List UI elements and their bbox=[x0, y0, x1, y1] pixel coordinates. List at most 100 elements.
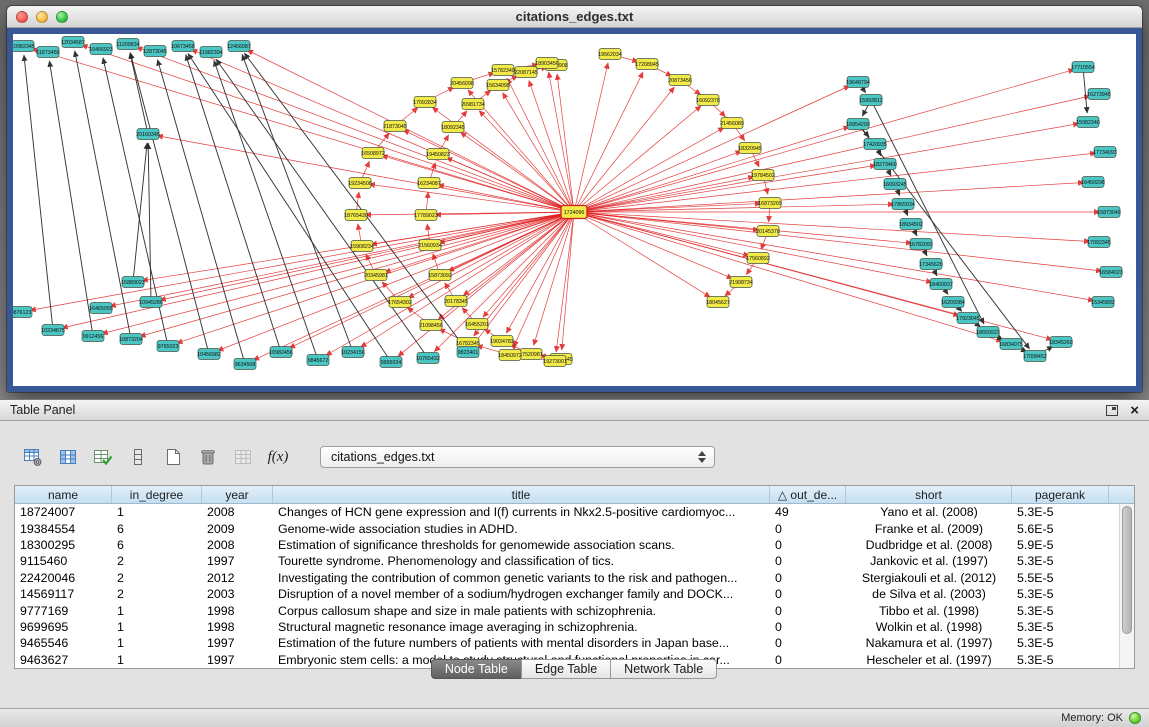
table-cell[interactable]: 18724007 bbox=[15, 505, 112, 519]
graph-node[interactable]: 16834075 bbox=[999, 339, 1023, 350]
network-canvas[interactable]: 1724096182736451752098119034782164552012… bbox=[13, 34, 1136, 386]
graph-node[interactable]: 16465055 bbox=[89, 303, 113, 314]
table-cell[interactable]: Estimation of the future numbers of pati… bbox=[273, 636, 770, 650]
graph-node[interactable]: 9823401 bbox=[457, 347, 479, 358]
graph-edge[interactable] bbox=[460, 132, 574, 212]
graph-hub-node[interactable]: 1724096 bbox=[561, 206, 587, 219]
graph-edge[interactable] bbox=[574, 212, 1052, 340]
graph-edge[interactable] bbox=[148, 143, 151, 302]
table-cell[interactable]: 1 bbox=[112, 620, 202, 634]
graph-edge[interactable] bbox=[574, 106, 701, 212]
graph-node[interactable]: 20873456 bbox=[668, 75, 692, 86]
graph-node[interactable]: 10456923 bbox=[89, 44, 113, 55]
table-cell[interactable]: 2012 bbox=[202, 571, 273, 585]
graph-node[interactable]: 11873456 bbox=[36, 47, 59, 58]
graph-edge[interactable] bbox=[157, 60, 245, 364]
graph-node[interactable]: 17789023 bbox=[414, 210, 438, 221]
network-select[interactable]: citations_edges.txt bbox=[320, 446, 715, 468]
graph-edge[interactable] bbox=[574, 212, 733, 279]
graph-node[interactable]: 11982304 bbox=[199, 47, 222, 58]
graph-node[interactable]: 15634098 bbox=[486, 80, 510, 91]
graph-node[interactable]: 17865034 bbox=[891, 199, 915, 210]
table-cell[interactable]: 9465546 bbox=[15, 636, 112, 650]
graph-node[interactable]: 9765023 bbox=[157, 341, 179, 352]
graph-node[interactable]: 10982345 bbox=[13, 41, 35, 52]
graph-edge[interactable] bbox=[574, 204, 894, 212]
graph-edge[interactable] bbox=[479, 111, 574, 212]
graph-node[interactable]: 9845672 bbox=[307, 355, 329, 366]
float-panel-icon[interactable] bbox=[1106, 405, 1118, 416]
graph-node[interactable]: 21456089 bbox=[720, 118, 744, 129]
graph-edge[interactable] bbox=[574, 212, 749, 256]
graph-node[interactable]: 20160345 bbox=[136, 129, 160, 140]
column-header-3[interactable]: title bbox=[273, 486, 770, 503]
graph-node[interactable]: 19234508 bbox=[348, 178, 372, 189]
table-cell[interactable]: 18300295 bbox=[15, 538, 112, 552]
graph-edge[interactable] bbox=[574, 212, 1102, 271]
graph-edge[interactable] bbox=[157, 136, 574, 212]
graph-node[interactable]: 16450298 bbox=[1081, 177, 1105, 188]
table-row[interactable]: 1938455462009Genome-wide association stu… bbox=[15, 520, 1134, 536]
graph-node[interactable]: 18450972 bbox=[498, 350, 522, 361]
table-cell[interactable]: 2 bbox=[112, 571, 202, 585]
table-cell[interactable]: 2009 bbox=[202, 522, 273, 536]
graph-node[interactable]: 18650923 bbox=[976, 327, 1000, 338]
table-cell[interactable]: 14569117 bbox=[15, 587, 112, 601]
table-cell[interactable]: 22420046 bbox=[15, 571, 112, 585]
graph-edge[interactable] bbox=[556, 212, 574, 352]
graph-edge[interactable] bbox=[574, 96, 1090, 212]
graph-node[interactable]: 17654302 bbox=[388, 297, 412, 308]
tab-edge-table[interactable]: Edge Table bbox=[521, 659, 611, 679]
table-cell[interactable]: 5.3E-5 bbox=[1012, 636, 1109, 650]
graph-node[interactable]: 18934502 bbox=[899, 219, 923, 230]
table-cell[interactable]: 6 bbox=[112, 538, 202, 552]
graph-node[interactable]: 17520981 bbox=[519, 349, 543, 360]
table-cell[interactable]: 0 bbox=[770, 554, 846, 568]
delete-icon[interactable] bbox=[197, 446, 219, 468]
table-cell[interactable]: 2 bbox=[112, 587, 202, 601]
close-window-button[interactable] bbox=[16, 11, 28, 23]
graph-node[interactable]: 18045627 bbox=[706, 297, 730, 308]
close-panel-icon[interactable]: × bbox=[1130, 405, 1139, 416]
table-cell[interactable]: Investigating the contribution of common… bbox=[273, 571, 770, 585]
table-row[interactable]: 969969511998Structural magnetic resonanc… bbox=[15, 619, 1134, 635]
table-cell[interactable]: 19384554 bbox=[15, 522, 112, 536]
table-cell[interactable]: 0 bbox=[770, 538, 846, 552]
graph-edge[interactable] bbox=[529, 81, 574, 212]
graph-edge[interactable] bbox=[557, 74, 574, 212]
tab-network-table[interactable]: Network Table bbox=[610, 659, 717, 679]
graph-node[interactable]: 10982456 bbox=[269, 347, 293, 358]
graph-node[interactable]: 15345892 bbox=[1091, 297, 1115, 308]
table-row[interactable]: 1830029562008Estimation of significance … bbox=[15, 537, 1134, 553]
table-cell[interactable]: 0 bbox=[770, 571, 846, 585]
graph-node[interactable]: 18903456 bbox=[535, 58, 559, 69]
table-cell[interactable]: de Silva et al. (2003) bbox=[846, 587, 1012, 601]
graph-edge[interactable] bbox=[474, 212, 574, 336]
table-cell[interactable]: 1998 bbox=[202, 620, 273, 634]
graph-edge[interactable] bbox=[398, 212, 574, 356]
graph-edge[interactable] bbox=[574, 212, 1094, 300]
table-cell[interactable]: 0 bbox=[770, 604, 846, 618]
column-header-0[interactable]: name bbox=[15, 486, 112, 503]
graph-edge[interactable] bbox=[217, 212, 574, 351]
graph-node[interactable]: 19648794 bbox=[846, 77, 870, 88]
graph-node[interactable]: 20456098 bbox=[450, 78, 474, 89]
graph-node[interactable]: 20178345 bbox=[444, 296, 468, 307]
graph-edge[interactable] bbox=[75, 51, 131, 339]
table-row[interactable]: 1456911722003Disruption of a novel membe… bbox=[15, 586, 1134, 602]
table-cell[interactable]: 0 bbox=[770, 522, 846, 536]
graph-node[interactable]: 17923045 bbox=[956, 313, 980, 324]
graph-node[interactable]: 19450823 bbox=[426, 149, 450, 160]
graph-node[interactable]: 17208945 bbox=[635, 59, 659, 70]
graph-node[interactable]: 16455201 bbox=[465, 319, 489, 330]
graph-node[interactable]: 19784502 bbox=[751, 170, 775, 181]
graph-node[interactable]: 18765430 bbox=[344, 210, 368, 221]
graph-node[interactable]: 21873045 bbox=[383, 121, 407, 132]
table-row[interactable]: 977716911998Corpus callosum shape and si… bbox=[15, 602, 1134, 618]
graph-edge[interactable] bbox=[216, 59, 428, 358]
table-cell[interactable]: Jankovic et al. (1997) bbox=[846, 554, 1012, 568]
column-header-1[interactable]: in_degree bbox=[112, 486, 202, 503]
graph-node[interactable]: 11209834 bbox=[116, 39, 139, 50]
graph-edge[interactable] bbox=[507, 78, 574, 212]
graph-edge[interactable] bbox=[214, 61, 318, 360]
